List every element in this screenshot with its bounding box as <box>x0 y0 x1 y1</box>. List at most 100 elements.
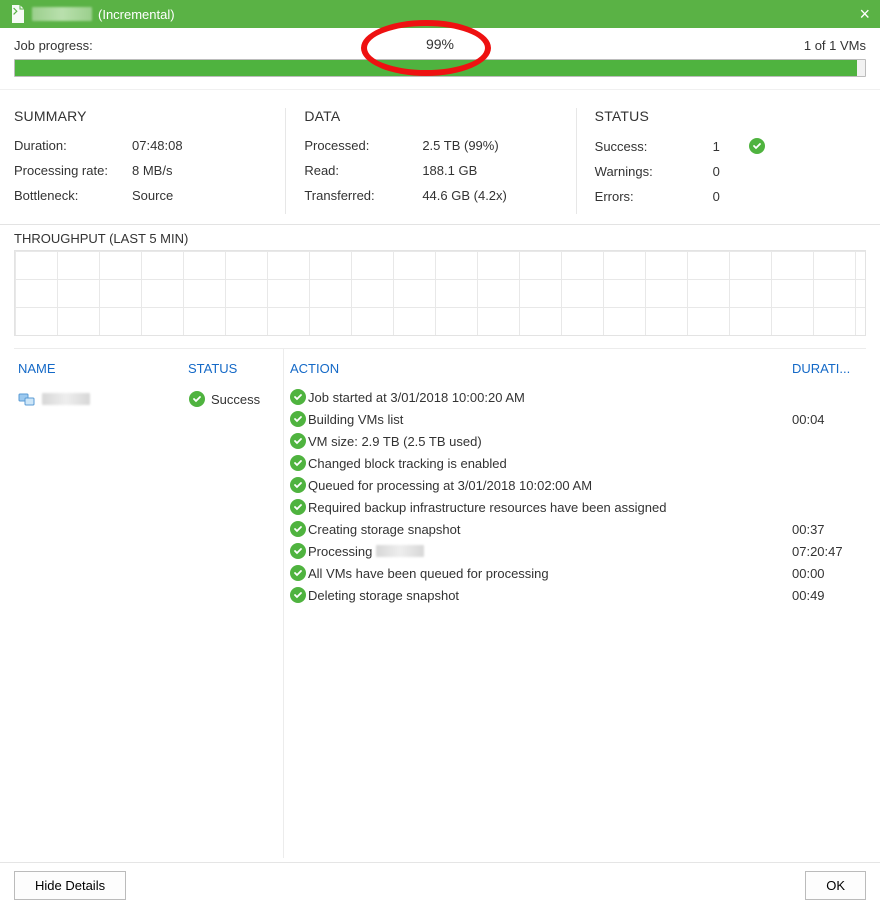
action-row[interactable]: All VMs have been queued for processing0… <box>288 562 862 584</box>
action-text: All VMs have been queued for processing <box>308 566 792 581</box>
dialog-footer: Hide Details OK <box>0 862 880 900</box>
action-text: Creating storage snapshot <box>308 522 792 537</box>
transferred-value: 44.6 GB (4.2x) <box>422 188 507 203</box>
action-status-icon <box>288 565 308 581</box>
throughput-heading: THROUGHPUT (LAST 5 MIN) <box>14 231 866 246</box>
transferred-label: Transferred: <box>304 188 414 203</box>
action-text: Required backup infrastructure resources… <box>308 500 792 515</box>
success-label: Success: <box>595 139 705 154</box>
titlebar: (Incremental) × <box>0 0 880 28</box>
duration-label: Duration: <box>14 138 124 153</box>
hide-details-button[interactable]: Hide Details <box>14 871 126 900</box>
checkmark-icon <box>749 138 765 154</box>
action-duration: 00:00 <box>792 566 862 581</box>
job-type: (Incremental) <box>98 7 175 22</box>
vm-status-text: Success <box>211 392 260 407</box>
errors-label: Errors: <box>595 189 705 204</box>
progress-percent: 99% <box>426 36 454 52</box>
action-status-icon <box>288 499 308 515</box>
throughput-section: THROUGHPUT (LAST 5 MIN) <box>0 225 880 336</box>
action-status-icon <box>288 521 308 537</box>
rate-label: Processing rate: <box>14 163 124 178</box>
progress-right: 1 of 1 VMs <box>804 38 866 53</box>
data-heading: DATA <box>304 108 563 124</box>
action-duration: 00:04 <box>792 412 862 427</box>
ok-button[interactable]: OK <box>805 871 866 900</box>
data-column: DATA Processed: 2.5 TB (99%) Read: 188.1 G… <box>285 108 575 214</box>
column-action[interactable]: ACTION <box>288 361 792 376</box>
checkmark-icon <box>290 433 306 449</box>
action-status-icon <box>288 411 308 427</box>
action-row[interactable]: Job started at 3/01/2018 10:00:20 AM <box>288 386 862 408</box>
action-row[interactable]: VM size: 2.9 TB (2.5 TB used) <box>288 430 862 452</box>
action-status-icon <box>288 389 308 405</box>
summary-column: SUMMARY Duration: 07:48:08 Processing rat… <box>14 108 285 214</box>
progress-bar-fill <box>15 60 857 76</box>
action-status-icon <box>288 433 308 449</box>
summary-heading: SUMMARY <box>14 108 273 124</box>
action-status-icon <box>288 455 308 471</box>
close-icon[interactable]: × <box>859 4 870 25</box>
checkmark-icon <box>290 477 306 493</box>
action-pane: ACTION DURATI... Job started at 3/01/201… <box>284 349 866 858</box>
action-row[interactable]: Building VMs list00:04 <box>288 408 862 430</box>
bottleneck-label: Bottleneck: <box>14 188 124 203</box>
checkmark-icon <box>290 543 306 559</box>
column-duration[interactable]: DURATI... <box>792 361 862 376</box>
column-status[interactable]: STATUS <box>188 361 279 376</box>
duration-value: 07:48:08 <box>132 138 183 153</box>
progress-label: Job progress: <box>14 38 93 53</box>
action-text: Queued for processing at 3/01/2018 10:02… <box>308 478 792 493</box>
vm-name-redacted <box>42 393 90 405</box>
action-status-icon <box>288 543 308 559</box>
action-row[interactable]: Queued for processing at 3/01/2018 10:02… <box>288 474 862 496</box>
rate-value: 8 MB/s <box>132 163 172 178</box>
throughput-chart <box>14 250 866 336</box>
action-row[interactable]: Processing 07:20:47 <box>288 540 862 562</box>
processed-value: 2.5 TB (99%) <box>422 138 498 153</box>
status-column: STATUS Success: 1 Warnings: 0 Errors: 0 <box>576 108 866 214</box>
action-duration: 07:20:47 <box>792 544 862 559</box>
action-duration: 00:49 <box>792 588 862 603</box>
errors-value: 0 <box>713 189 735 204</box>
read-label: Read: <box>304 163 414 178</box>
action-text: VM size: 2.9 TB (2.5 TB used) <box>308 434 792 449</box>
action-text: Processing <box>308 544 792 559</box>
vm-list-pane: NAME STATUS Success <box>14 349 284 858</box>
detail-panes: NAME STATUS Success ACTION DURATI... Job… <box>14 348 866 858</box>
checkmark-icon <box>290 455 306 471</box>
action-text: Job started at 3/01/2018 10:00:20 AM <box>308 390 792 405</box>
progress-area: Job progress: 99% 1 of 1 VMs <box>0 28 880 83</box>
job-icon <box>10 4 26 24</box>
success-value: 1 <box>713 139 735 154</box>
action-row[interactable]: Creating storage snapshot00:37 <box>288 518 862 540</box>
action-status-icon <box>288 477 308 493</box>
progress-bar <box>14 59 866 77</box>
warnings-value: 0 <box>713 164 735 179</box>
checkmark-icon <box>290 587 306 603</box>
action-status-icon <box>288 587 308 603</box>
column-name[interactable]: NAME <box>18 361 188 376</box>
bottleneck-value: Source <box>132 188 173 203</box>
action-text: Changed block tracking is enabled <box>308 456 792 471</box>
checkmark-icon <box>290 411 306 427</box>
checkmark-icon <box>290 389 306 405</box>
status-heading: STATUS <box>595 108 854 124</box>
action-row[interactable]: Deleting storage snapshot00:49 <box>288 584 862 606</box>
vm-row[interactable]: Success <box>14 386 283 412</box>
job-name-redacted <box>32 7 92 21</box>
checkmark-icon <box>290 565 306 581</box>
action-duration: 00:37 <box>792 522 862 537</box>
checkmark-icon <box>290 521 306 537</box>
processed-label: Processed: <box>304 138 414 153</box>
action-list: Job started at 3/01/2018 10:00:20 AM Buil… <box>284 386 866 606</box>
action-row[interactable]: Required backup infrastructure resources… <box>288 496 862 518</box>
action-row[interactable]: Changed block tracking is enabled <box>288 452 862 474</box>
checkmark-icon <box>189 391 205 407</box>
action-text: Deleting storage snapshot <box>308 588 792 603</box>
checkmark-icon <box>290 499 306 515</box>
warnings-label: Warnings: <box>595 164 705 179</box>
vm-icon <box>18 390 36 408</box>
read-value: 188.1 GB <box>422 163 477 178</box>
stats-panel: SUMMARY Duration: 07:48:08 Processing rat… <box>0 89 880 225</box>
